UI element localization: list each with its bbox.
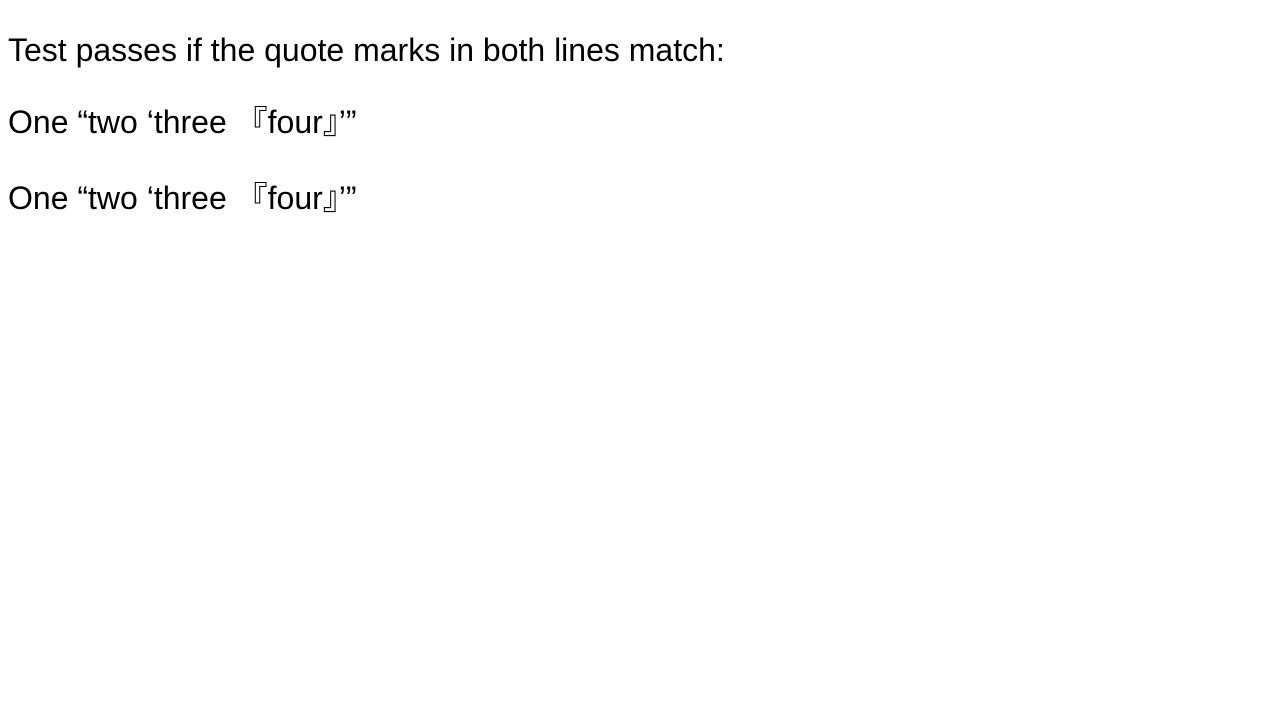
quote-line-reference: One “two ‘three 『four』’” (8, 180, 357, 216)
quote-line-test: One “two ‘three 『four』’” (8, 104, 357, 140)
test-instruction: Test passes if the quote marks in both l… (8, 32, 725, 68)
